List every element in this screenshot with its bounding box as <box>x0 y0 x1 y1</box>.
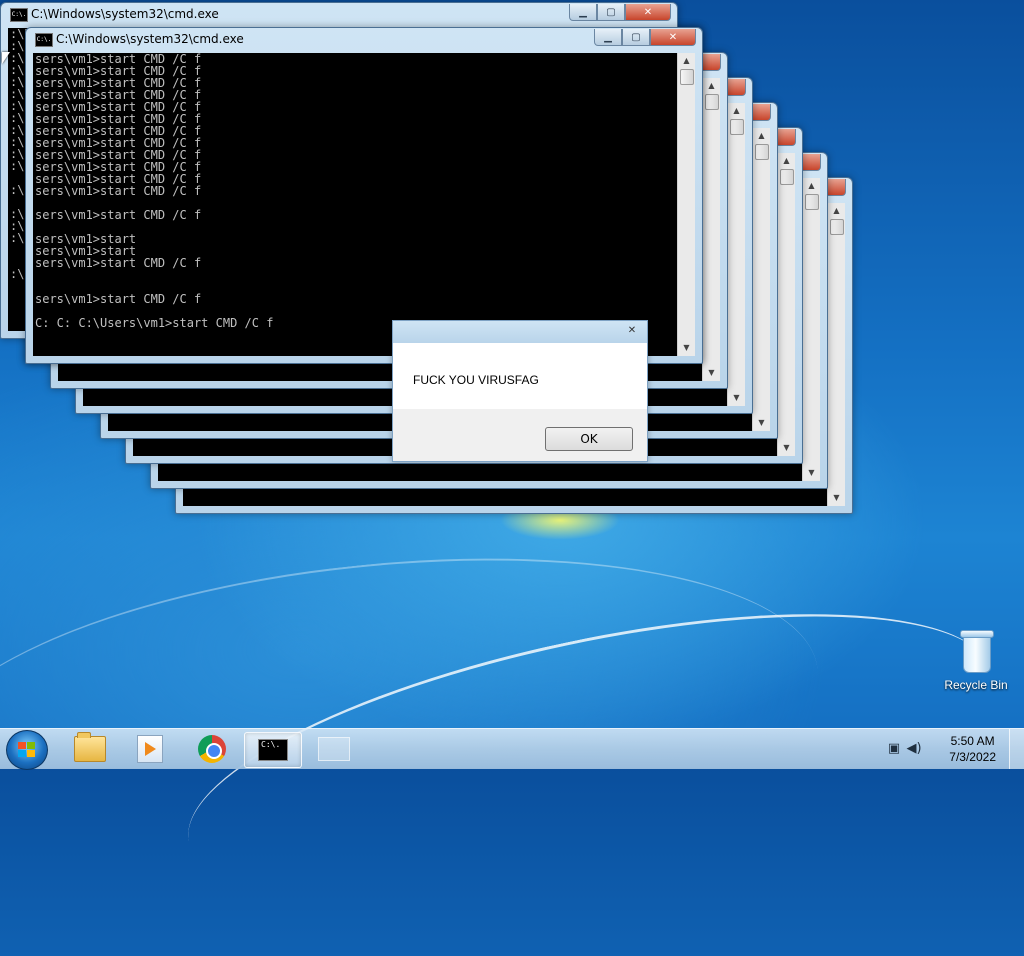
cmd-titlebar[interactable]: C:\.C:\Windows\system32\cmd.exe ▁▢✕ <box>7 3 671 25</box>
close-button[interactable]: ✕ <box>625 4 671 21</box>
mouse-cursor-icon <box>2 52 10 64</box>
cmd-icon: C:\. <box>10 8 28 22</box>
scroll-up-icon[interactable]: ▲ <box>728 103 745 119</box>
recycle-bin[interactable]: Recycle Bin <box>940 630 1012 692</box>
scroll-down-icon[interactable]: ▼ <box>703 365 720 381</box>
vertical-scrollbar[interactable]: ▲▼ <box>677 53 695 356</box>
scroll-up-icon[interactable]: ▲ <box>803 178 820 194</box>
vertical-scrollbar[interactable]: ▲▼ <box>752 128 770 431</box>
scroll-thumb[interactable] <box>680 69 694 85</box>
taskbar-window-button[interactable] <box>306 732 362 766</box>
taskbar-chrome-button[interactable] <box>184 732 240 766</box>
vertical-scrollbar[interactable]: ▲▼ <box>802 178 820 481</box>
scroll-up-icon[interactable]: ▲ <box>678 53 695 69</box>
vertical-scrollbar[interactable]: ▲▼ <box>702 78 720 381</box>
scroll-thumb[interactable] <box>780 169 794 185</box>
cmd-icon: C:\. <box>35 33 53 47</box>
clock-date: 7/3/2022 <box>949 750 996 764</box>
message-text: FUCK YOU VIRUSFAG <box>413 373 539 387</box>
start-button[interactable] <box>6 730 48 770</box>
windows-logo-icon <box>18 742 36 758</box>
taskbar: C:\. ▣ ◀) 5:50 AM 7/3/2022 <box>0 728 1024 770</box>
window-icon <box>318 737 350 761</box>
scroll-thumb[interactable] <box>730 119 744 135</box>
media-player-icon <box>137 735 163 763</box>
maximize-button[interactable]: ▢ <box>622 29 650 46</box>
scroll-down-icon[interactable]: ▼ <box>828 490 845 506</box>
message-box: ✕ FUCK YOU VIRUSFAG OK <box>392 320 648 462</box>
window-title: C:\Windows\system32\cmd.exe <box>56 32 244 46</box>
message-box-titlebar[interactable]: ✕ <box>393 321 647 343</box>
show-desktop-button[interactable] <box>1009 729 1024 769</box>
minimize-button[interactable]: ▁ <box>594 29 622 46</box>
cmd-window-front[interactable]: C:\. C:\Windows\system32\cmd.exe ▁ ▢ ✕ sers\v… <box>25 27 703 364</box>
clock[interactable]: 5:50 AM 7/3/2022 <box>949 733 996 765</box>
scroll-up-icon[interactable]: ▲ <box>753 128 770 144</box>
scroll-thumb[interactable] <box>755 144 769 160</box>
scroll-down-icon[interactable]: ▼ <box>803 465 820 481</box>
console-output[interactable]: sers\vm1>start CMD /C f sers\vm1>start C… <box>33 53 678 356</box>
scroll-down-icon[interactable]: ▼ <box>753 415 770 431</box>
taskbar-cmd-button[interactable]: C:\. <box>244 732 302 768</box>
scroll-thumb[interactable] <box>805 194 819 210</box>
taskbar-explorer-button[interactable] <box>62 732 118 766</box>
window-title: C:\Windows\system32\cmd.exe <box>31 7 219 21</box>
scroll-thumb[interactable] <box>830 219 844 235</box>
close-button[interactable]: ✕ <box>650 29 696 46</box>
scroll-down-icon[interactable]: ▼ <box>778 440 795 456</box>
folder-icon <box>74 732 106 762</box>
clock-time: 5:50 AM <box>950 734 995 748</box>
maximize-button[interactable]: ▢ <box>597 4 625 21</box>
taskbar-media-player-button[interactable] <box>122 732 178 766</box>
scroll-down-icon[interactable]: ▼ <box>728 390 745 406</box>
vertical-scrollbar[interactable]: ▲▼ <box>827 203 845 506</box>
volume-icon[interactable]: ◀) <box>906 741 922 757</box>
scroll-up-icon[interactable]: ▲ <box>828 203 845 219</box>
network-icon[interactable]: ▣ <box>886 741 902 757</box>
system-tray: ▣ ◀) 5:50 AM 7/3/2022 <box>874 729 1024 769</box>
recycle-bin-label: Recycle Bin <box>944 678 1008 692</box>
vertical-scrollbar[interactable]: ▲▼ <box>727 103 745 406</box>
scroll-up-icon[interactable]: ▲ <box>703 78 720 94</box>
scroll-up-icon[interactable]: ▲ <box>778 153 795 169</box>
cmd-titlebar[interactable]: C:\.C:\Windows\system32\cmd.exe ▁▢✕ <box>32 28 696 50</box>
minimize-button[interactable]: ▁ <box>569 4 597 21</box>
scroll-thumb[interactable] <box>705 94 719 110</box>
ok-button[interactable]: OK <box>545 427 633 451</box>
cmd-icon: C:\. <box>258 739 288 761</box>
message-box-body: FUCK YOU VIRUSFAG <box>393 343 647 409</box>
scroll-down-icon[interactable]: ▼ <box>678 340 695 356</box>
chrome-icon <box>198 735 226 763</box>
vertical-scrollbar[interactable]: ▲▼ <box>777 153 795 456</box>
close-icon[interactable]: ✕ <box>625 325 639 337</box>
recycle-bin-icon <box>959 630 994 673</box>
console-text: sers\vm1>start CMD /C f sers\vm1>start C… <box>35 53 274 330</box>
